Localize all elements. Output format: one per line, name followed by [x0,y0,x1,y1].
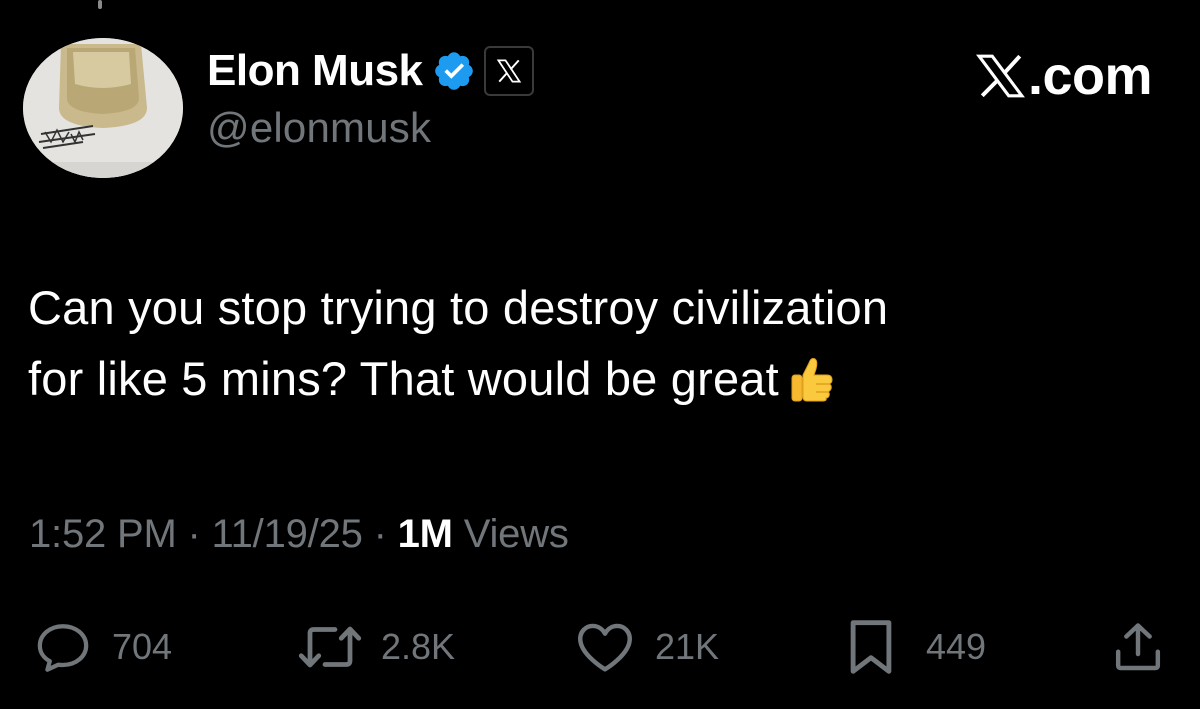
tweet-text-line-1: Can you stop trying to destroy civilizat… [28,281,889,334]
like-count: 21K [655,626,720,667]
user-handle[interactable]: @elonmusk [207,104,534,152]
bookmark-count: 449 [926,626,987,667]
display-name[interactable]: Elon Musk [207,46,423,96]
avatar[interactable] [23,38,183,178]
x-logo-icon [975,54,1025,98]
tweet-text: Can you stop trying to destroy civilizat… [28,272,1178,414]
verified-badge-icon[interactable] [432,49,476,93]
reply-icon [37,624,89,672]
views-count: 1M [397,512,453,556]
tweet-text-line-2-wrapper: for like 5 mins? That would be great [28,343,1178,414]
brand-text: .com [1027,46,1153,106]
meta-separator: · [176,512,212,556]
reply-count: 704 [112,626,173,667]
repost-icon [298,626,362,668]
like-button[interactable]: 21K [575,612,719,682]
thumbs-up-emoji-icon [789,351,835,402]
repost-button[interactable]: 2.8K [295,612,455,682]
meta-separator: · [362,512,398,556]
tweet-meta: 1:52 PM · 11/19/25 · 1M Views [29,512,569,557]
repost-count: 2.8K [381,626,456,667]
x-affiliate-badge-icon[interactable] [483,46,534,96]
share-button[interactable] [1110,612,1166,682]
bookmark-button[interactable]: 449 [848,612,986,682]
tweet-date[interactable]: 11/19/25 [212,512,363,556]
tweet-header: Elon Musk @elonmusk [207,40,534,160]
x-com-brand: .com [975,45,1153,107]
thread-connector-line [98,0,102,9]
bookmark-icon [850,620,892,674]
reply-button[interactable]: 704 [34,612,172,682]
tweet-text-line-2: for like 5 mins? That would be great [28,352,779,405]
views-label: Views [452,512,569,556]
x-logo-icon [496,59,521,83]
avatar-image [23,38,183,178]
tweet-time[interactable]: 1:52 PM [29,512,177,556]
share-icon [1115,623,1161,671]
name-row: Elon Musk [207,40,534,102]
heart-icon [578,623,632,672]
action-bar: 704 2.8K 21K 449 [0,612,1200,682]
